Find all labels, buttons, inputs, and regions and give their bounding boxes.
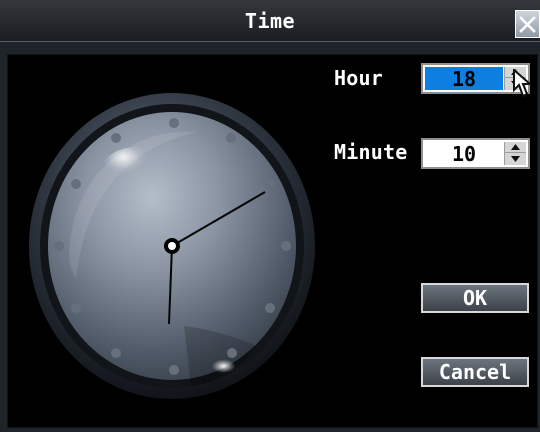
minute-spinbox[interactable]: 10 <box>421 138 530 169</box>
minute-value[interactable]: 10 <box>425 142 503 166</box>
ok-button-label: OK <box>462 286 488 310</box>
analog-clock-icon <box>24 88 320 404</box>
dialog-title: Time <box>244 9 296 33</box>
hour-spinbox[interactable]: 18 <box>421 63 530 94</box>
cancel-button-label: Cancel <box>438 360 512 384</box>
hour-label: Hour <box>334 66 383 90</box>
time-dialog: Time Hour 18 Minute 10 OK Cancel <box>0 0 540 432</box>
arrow-down-icon <box>511 80 520 87</box>
hour-spin-buttons <box>504 67 526 90</box>
arrow-up-icon <box>511 144 520 150</box>
minute-increase-button[interactable] <box>505 142 526 153</box>
hour-increase-button[interactable] <box>505 67 526 78</box>
cancel-button[interactable]: Cancel <box>421 357 529 387</box>
arrow-up-icon <box>511 69 520 75</box>
arrow-down-icon <box>511 155 520 162</box>
minute-spin-buttons <box>504 142 526 165</box>
hour-value[interactable]: 18 <box>425 67 503 91</box>
ok-button[interactable]: OK <box>421 283 529 313</box>
close-button[interactable] <box>515 10 540 38</box>
hour-decrease-button[interactable] <box>505 78 526 89</box>
close-icon <box>518 15 537 34</box>
dialog-titlebar: Time <box>0 0 540 42</box>
minute-decrease-button[interactable] <box>505 153 526 164</box>
minute-label: Minute <box>334 140 408 164</box>
